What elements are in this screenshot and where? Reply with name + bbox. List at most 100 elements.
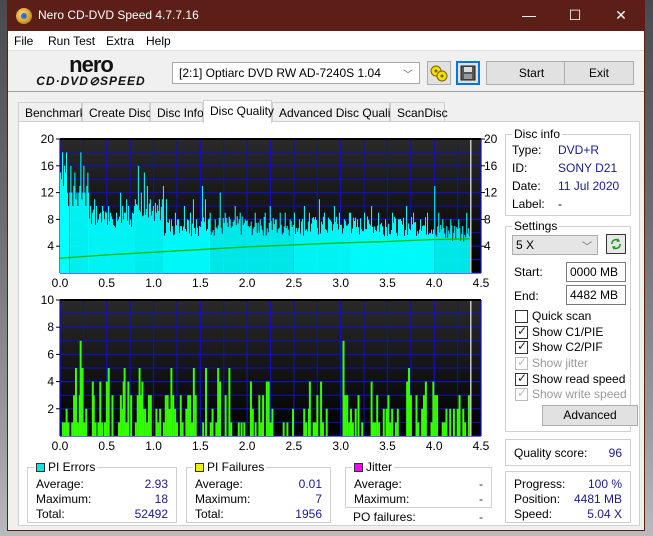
pi-error-bar <box>371 206 373 273</box>
show-c2-pif-label[interactable]: Show C2/PIF <box>532 340 603 354</box>
tab-disc-info[interactable]: Disc Info <box>150 102 204 122</box>
pi-error-bar <box>174 212 176 273</box>
menu-file[interactable]: File <box>14 34 33 48</box>
show-c1-pie-checkbox[interactable] <box>515 324 528 339</box>
pi-error-bar <box>435 234 437 273</box>
pi-failure-bar <box>348 422 351 436</box>
speed-select[interactable]: 5 X ﹀ <box>512 235 598 255</box>
pi-failure-bar <box>155 408 158 436</box>
pi-failure-bar <box>408 368 411 436</box>
pi-failure-bar <box>409 395 412 436</box>
tab-scandisc[interactable]: ScanDisc <box>390 102 448 122</box>
close-button[interactable]: ✕ <box>598 0 644 31</box>
pi-error-bar <box>321 224 323 273</box>
quick-scan-label[interactable]: Quick scan <box>532 309 591 323</box>
show-c1-pie-label[interactable]: Show C1/PIE <box>532 325 603 339</box>
advanced-button[interactable]: Advanced <box>542 405 638 426</box>
pi-failure-bar <box>314 422 317 436</box>
quality-score-value: 96 <box>608 446 622 460</box>
pi-error-bar <box>101 222 103 273</box>
end-input[interactable]: 4482 MB <box>566 285 626 305</box>
show-read-speed-checkbox[interactable] <box>515 371 528 386</box>
pi-errors-y-right-tick-label: 8 <box>484 212 491 226</box>
pi-error-bar <box>194 233 196 273</box>
tab-benchmark[interactable]: Benchmark <box>18 102 86 122</box>
speed-value: 5.04 X <box>587 507 622 521</box>
pi-error-bar <box>143 172 145 273</box>
pi-error-bar <box>381 222 383 273</box>
settings-group: Settings 5 X ﹀ Start: 0000 MB End: 4482 … <box>505 219 638 432</box>
pi-error-bar <box>106 212 108 273</box>
pi-errors-x-tick-label: 1.0 <box>145 276 162 290</box>
pi-error-bar <box>219 192 221 273</box>
pi-errors-x-tick-label: 0.5 <box>98 276 115 290</box>
pi-error-bar <box>462 226 464 273</box>
show-read-speed-label[interactable]: Show read speed <box>532 372 625 386</box>
pi-failure-bar <box>168 408 171 436</box>
pi-failures-y-tick-label: 10 <box>41 294 55 307</box>
exit-button[interactable]: Exit <box>564 61 634 85</box>
tab-advanced-disc-quality[interactable]: Advanced Disc Quality <box>272 102 400 122</box>
speed-label: Speed: <box>514 507 553 521</box>
pi-error-bar <box>364 212 366 273</box>
save-button[interactable] <box>456 61 480 85</box>
pi-failure-bar <box>103 422 106 436</box>
pi-error-bar <box>134 199 136 273</box>
pi-error-bar <box>202 217 204 273</box>
pi-failure-bar <box>101 422 104 436</box>
pi-error-bar <box>75 199 77 273</box>
quick-scan-checkbox[interactable] <box>515 310 528 323</box>
menu-extra[interactable]: Extra <box>106 34 134 48</box>
pi-failure-bar <box>172 395 175 436</box>
drive-select[interactable]: [2:1] Optiarc DVD RW AD-7240S 1.04 ﹀ <box>172 62 420 84</box>
menu-run-test[interactable]: Run Test <box>48 34 95 48</box>
pi-failures-x-tick-label: 3.0 <box>332 439 349 453</box>
progress-group: Progress: 100 % Position: 4481 MB Speed:… <box>505 471 631 523</box>
pi-error-bar <box>204 199 206 273</box>
pi-failure-bar <box>396 408 399 436</box>
pi-errors-x-tick-label: 2.0 <box>239 276 256 290</box>
pi-errors-x-tick-label: 1.5 <box>192 276 209 290</box>
pi-failures-x-tick-label: 2.5 <box>286 439 303 453</box>
pi-failure-bar <box>105 381 108 436</box>
pi-failure-bar <box>325 408 328 436</box>
maximize-button[interactable]: ☐ <box>552 0 598 31</box>
pi-failures-total-label: Total: <box>195 507 224 521</box>
disc-id-label: ID: <box>512 161 528 175</box>
minimize-button[interactable]: — <box>506 0 552 31</box>
pi-failure-bar <box>170 368 173 436</box>
pi-error-bar <box>292 225 294 273</box>
pi-failure-bar <box>441 422 444 436</box>
pi-error-bar <box>149 199 151 273</box>
pi-error-bar <box>265 235 267 273</box>
refresh-speed-button[interactable] <box>606 234 626 254</box>
jitter-average: - <box>479 477 483 491</box>
menu-help[interactable]: Help <box>146 34 171 48</box>
pi-error-bar <box>100 212 102 273</box>
pi-failure-bar <box>83 422 86 436</box>
pi-error-bar <box>148 203 150 273</box>
pi-error-bar <box>216 228 218 273</box>
tab-create-disc[interactable]: Create Disc <box>82 102 152 122</box>
disc-type-value: DVD+R <box>558 143 600 157</box>
pi-failure-bar <box>389 422 392 436</box>
pi-error-bar <box>375 229 377 273</box>
pi-error-bar <box>298 219 300 273</box>
show-c2-pif-checkbox[interactable] <box>515 339 528 354</box>
pi-error-bar <box>248 227 250 273</box>
pi-errors-y-tick-label: 8 <box>47 212 54 226</box>
pi-error-bar <box>468 228 470 273</box>
pi-error-bar <box>188 233 190 273</box>
pi-error-bar <box>76 192 78 273</box>
pi-error-bar <box>416 235 418 273</box>
eject-disc-button[interactable] <box>427 61 451 85</box>
pi-error-bar <box>459 228 461 273</box>
tab-disc-quality[interactable]: Disc Quality <box>203 100 274 123</box>
start-input[interactable]: 0000 MB <box>566 262 626 282</box>
pi-error-bar <box>458 219 460 273</box>
pi-failures-average: 0.01 <box>298 477 322 491</box>
pi-failures-y-tick-label: 4 <box>47 375 54 389</box>
pi-failure-bar <box>376 395 379 436</box>
pi-failure-bar <box>449 408 452 436</box>
pi-failure-bar <box>382 408 385 436</box>
